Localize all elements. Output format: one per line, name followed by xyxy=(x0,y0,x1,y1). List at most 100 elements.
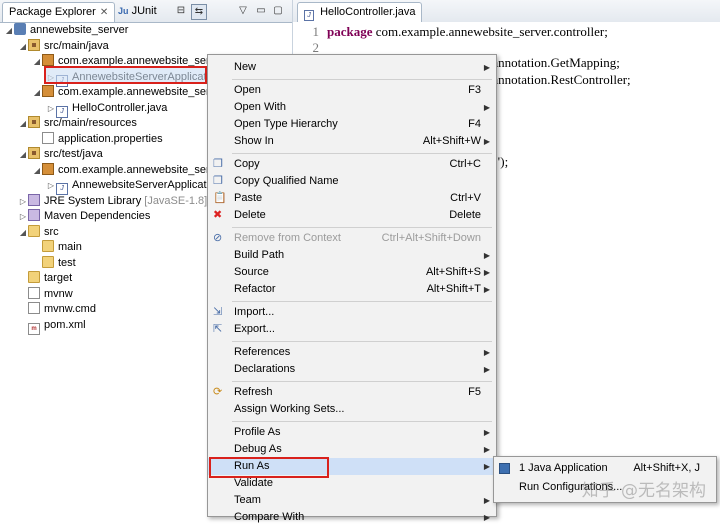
menu-item-label: Source xyxy=(234,266,269,278)
menu-item-shortcut: Ctrl+V xyxy=(450,192,481,204)
menu-separator xyxy=(232,341,492,342)
menu-item-label: Compare With xyxy=(234,511,305,523)
java-file-icon: J xyxy=(304,10,314,21)
menu-item-compare-with[interactable]: Compare With ▶ xyxy=(208,509,496,526)
close-icon[interactable]: ✕ xyxy=(100,7,108,18)
tab-package-explorer[interactable]: Package Explorer ✕ xyxy=(2,2,116,22)
tree-item[interactable]: ◢ src/main/java xyxy=(18,38,109,54)
menu-item-label: Paste xyxy=(234,192,263,204)
menu-item-label: Import... xyxy=(234,306,275,318)
tree-item[interactable]: ◢ src xyxy=(18,224,59,240)
menu-item-label: New xyxy=(234,61,257,73)
tree-item-label: Maven Dependencies xyxy=(44,210,151,222)
line-number: 1 xyxy=(312,24,320,39)
menu-item-remove-from-context: ⊘ Remove from Context Ctrl+Alt+Shift+Down xyxy=(208,230,496,247)
expanded-arrow-icon[interactable]: ◢ xyxy=(18,116,28,132)
submenu-item-shortcut: Alt+Shift+X, J xyxy=(633,462,700,474)
expanded-arrow-icon[interactable]: ◢ xyxy=(18,39,28,55)
submenu-arrow-icon: ▶ xyxy=(483,251,490,260)
maximize-icon[interactable]: ▢ xyxy=(271,4,285,18)
tree-item[interactable]: ◢ src/main/resources xyxy=(18,115,137,131)
expanded-arrow-icon[interactable]: ◢ xyxy=(18,147,28,163)
expanded-arrow-icon[interactable]: ◢ xyxy=(32,54,42,70)
menu-item-refresh[interactable]: ⟳ Refresh F5 xyxy=(208,384,496,401)
tree-item-label: HelloController.java xyxy=(72,101,168,114)
menu-separator xyxy=(232,153,492,154)
menu-item-show-in[interactable]: Show In Alt+Shift+W ▶ xyxy=(208,133,496,150)
menu-item-import[interactable]: ⇲ Import... xyxy=(208,304,496,321)
menu-separator xyxy=(232,381,492,382)
menu-item-copy[interactable]: ❐ Copy Ctrl+C xyxy=(208,156,496,173)
tree-item[interactable]: ◢ src/test/java xyxy=(18,146,103,162)
expanded-arrow-icon[interactable]: ◢ xyxy=(32,163,42,179)
tree-item[interactable]: m pom.xml xyxy=(18,317,86,335)
tree-item[interactable]: main xyxy=(32,239,82,255)
menu-item-debug-as[interactable]: Debug As ▶ xyxy=(208,441,496,458)
folder-icon xyxy=(28,224,40,237)
tree-item[interactable]: mvnw.cmd xyxy=(18,301,96,317)
collapse-all-icon[interactable]: ⊟ xyxy=(174,4,188,18)
xml-file-icon: m xyxy=(28,322,40,335)
menu-item-delete[interactable]: ✖ Delete Delete xyxy=(208,207,496,224)
tree-item-label: JRE System Library xyxy=(44,194,142,207)
tree-item-label: mvnw xyxy=(44,287,73,300)
menu-item-copy-qualified-name[interactable]: ❐ Copy Qualified Name xyxy=(208,173,496,190)
menu-item-open-type-hierarchy[interactable]: Open Type Hierarchy F4 xyxy=(208,116,496,133)
view-menu-icon[interactable]: ▽ xyxy=(236,4,250,18)
menu-item-references[interactable]: References ▶ xyxy=(208,344,496,361)
file-icon xyxy=(28,302,40,314)
tab-hello-controller[interactable]: J HelloController.java xyxy=(297,2,423,22)
submenu-arrow-icon: ▶ xyxy=(483,513,490,522)
submenu-item-1-java-application[interactable]: 1 Java Application Alt+Shift+X, J xyxy=(494,460,716,477)
menu-item-shortcut: F5 xyxy=(468,386,481,398)
tree-item[interactable]: ◢ annewebsite_server xyxy=(4,22,128,38)
menu-item-export[interactable]: ⇱ Export... xyxy=(208,321,496,338)
tree-item[interactable]: mvnw xyxy=(18,286,73,302)
tree-item[interactable]: ◢ com.example.annewebsite_server xyxy=(32,162,225,178)
menu-separator xyxy=(232,421,492,422)
menu-item-profile-as[interactable]: Profile As ▶ xyxy=(208,424,496,441)
tree-item-label: test xyxy=(58,256,76,269)
menu-item-shortcut: Ctrl+Alt+Shift+Down xyxy=(381,232,481,244)
minimize-icon[interactable]: ▭ xyxy=(254,4,268,18)
refresh-icon: ⟳ xyxy=(213,386,223,398)
menu-item-declarations[interactable]: Declarations ▶ xyxy=(208,361,496,378)
link-with-editor-icon[interactable]: ⇆ xyxy=(191,4,207,20)
tree-item[interactable]: test xyxy=(32,255,76,271)
selected-file-highlight xyxy=(44,66,207,84)
tree-item[interactable]: target xyxy=(18,270,72,286)
expanded-arrow-icon[interactable]: ◢ xyxy=(18,225,28,241)
menu-item-shortcut: Alt+Shift+S xyxy=(425,266,481,278)
tree-item[interactable]: ▷ Maven Dependencies xyxy=(18,208,150,224)
tree-item[interactable]: ▷ J HelloController.java xyxy=(46,100,168,118)
menu-separator xyxy=(232,227,492,228)
submenu-arrow-icon: ▶ xyxy=(483,428,490,437)
menu-item-open-with[interactable]: Open With ▶ xyxy=(208,99,496,116)
package-explorer-tab-label: Package Explorer xyxy=(9,6,96,18)
menu-item-label: Delete xyxy=(234,209,266,221)
expanded-arrow-icon[interactable]: ◢ xyxy=(32,85,42,101)
expanded-arrow-icon[interactable]: ◢ xyxy=(4,23,14,39)
tree-item-label: src/main/resources xyxy=(44,117,137,129)
copy-qualified-icon: ❐ xyxy=(213,175,223,187)
menu-item-team[interactable]: Team ▶ xyxy=(208,492,496,509)
editor-tab-bar: J HelloController.java xyxy=(293,0,720,23)
tree-item-label: src/test/java xyxy=(44,148,103,160)
menu-item-source[interactable]: Source Alt+Shift+S ▶ xyxy=(208,264,496,281)
export-icon: ⇱ xyxy=(213,323,223,335)
menu-item-new[interactable]: New ▶ xyxy=(208,59,496,76)
tree-item[interactable]: ▷ JRE System Library [JavaSE-1.8] xyxy=(18,193,207,209)
menu-item-refactor[interactable]: Refactor Alt+Shift+T ▶ xyxy=(208,281,496,298)
menu-item-assign-working-sets[interactable]: Assign Working Sets... xyxy=(208,401,496,418)
tree-item[interactable]: application.properties xyxy=(32,131,163,147)
menu-separator xyxy=(232,301,492,302)
copy-icon: ❐ xyxy=(213,158,223,170)
menu-item-label: Debug As xyxy=(234,443,282,455)
paste-icon: 📋 xyxy=(213,192,227,204)
menu-item-open[interactable]: Open F3 xyxy=(208,82,496,99)
menu-item-build-path[interactable]: Build Path ▶ xyxy=(208,247,496,264)
menu-item-label: Declarations xyxy=(234,363,296,375)
source-folder-icon xyxy=(28,147,40,159)
menu-item-paste[interactable]: 📋 Paste Ctrl+V xyxy=(208,190,496,207)
tab-junit[interactable]: Ju JUnit xyxy=(112,2,163,21)
